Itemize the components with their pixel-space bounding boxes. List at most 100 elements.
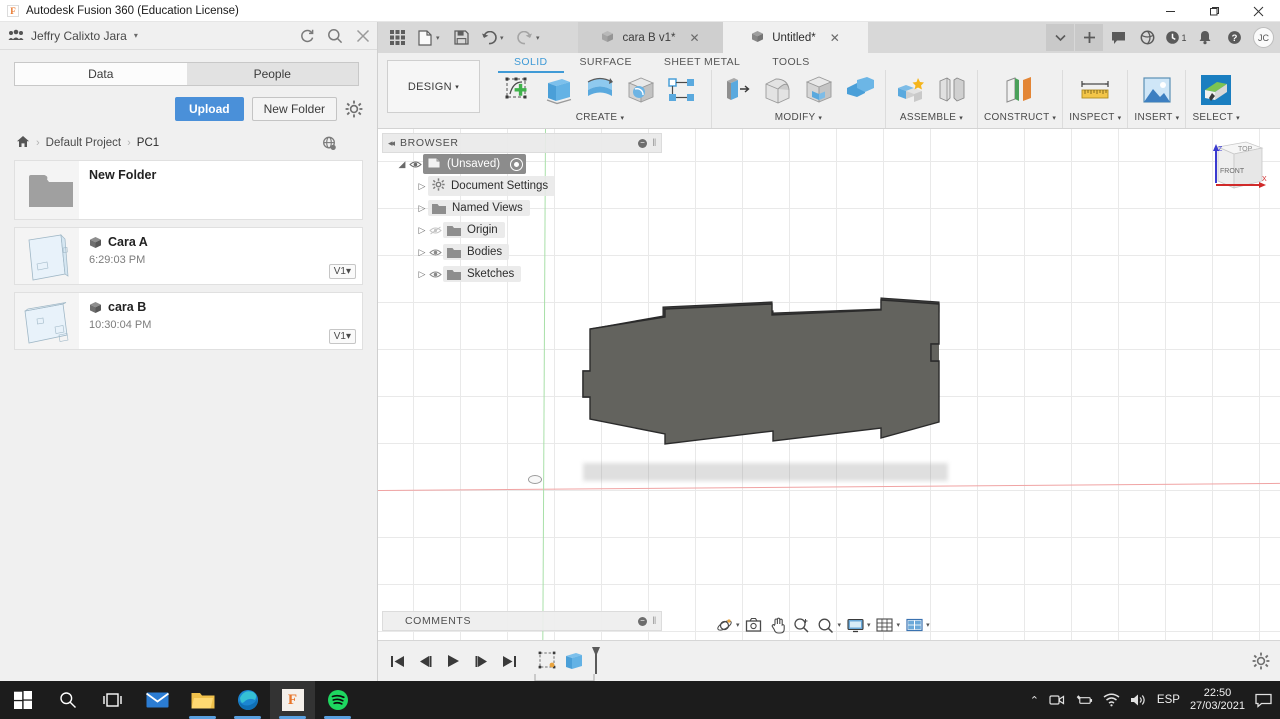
press-pull-icon[interactable]	[718, 71, 756, 109]
ribbon-group-label[interactable]: CONSTRUCT ▾	[984, 112, 1056, 123]
visibility-eye-icon[interactable]	[428, 270, 443, 279]
twisty-icon[interactable]: ▷	[416, 247, 428, 258]
fillet-icon[interactable]	[759, 71, 797, 109]
close-icon[interactable]	[355, 28, 371, 44]
insert-image-icon[interactable]	[1137, 71, 1177, 109]
zoom-icon[interactable]	[792, 615, 812, 635]
tree-item-named-views[interactable]: Named Views	[428, 200, 530, 216]
extrude-icon[interactable]	[540, 71, 578, 109]
chevron-down-icon[interactable]: ▾	[926, 621, 930, 629]
avatar[interactable]: JC	[1253, 27, 1274, 48]
3d-canvas[interactable]: ◂◂ BROWSER − ‖ ◢ (Unsaved) ▷ Document Se…	[378, 129, 1280, 659]
spotify-icon[interactable]	[315, 681, 360, 719]
offset-plane-icon[interactable]	[1000, 71, 1040, 109]
tree-row-document-settings[interactable]: ▷ Document Settings	[382, 175, 662, 197]
orbit-icon[interactable]	[714, 615, 734, 635]
combine-icon[interactable]	[841, 71, 879, 109]
version-selector[interactable]: V1▾	[328, 329, 356, 344]
step-forward-icon[interactable]	[472, 652, 490, 670]
new-component-icon[interactable]	[892, 71, 930, 109]
grid-apps-icon[interactable]	[384, 25, 410, 51]
minimize-icon[interactable]: −	[638, 616, 648, 626]
step-back-icon[interactable]	[416, 652, 434, 670]
collapse-panel-icon[interactable]: ◂◂	[388, 138, 395, 149]
tree-item-bodies[interactable]: Bodies	[443, 244, 510, 260]
fit-icon[interactable]	[816, 615, 836, 635]
close-icon[interactable]: ✕	[690, 31, 700, 45]
chevron-down-icon[interactable]: ▾	[536, 34, 546, 42]
look-at-tool[interactable]	[744, 615, 764, 635]
file-explorer-icon[interactable]	[180, 681, 225, 719]
maximize-button[interactable]	[1192, 0, 1236, 22]
grid-snaps-tool[interactable]: ▾	[875, 615, 900, 635]
windows-start-icon[interactable]	[0, 681, 45, 719]
tree-row-named-views[interactable]: ▷ Named Views	[382, 197, 662, 219]
help-globe-icon[interactable]	[1133, 24, 1161, 51]
viewports-tool[interactable]: ▾	[904, 615, 930, 635]
close-button[interactable]	[1236, 0, 1280, 22]
ribbon-group-label[interactable]: CREATE ▾	[499, 112, 701, 123]
tree-item-document-settings[interactable]: Document Settings	[428, 176, 556, 196]
list-item-design-cara-a[interactable]: Cara A 6:29:03 PM V1▾	[14, 227, 363, 285]
tree-item-origin[interactable]: Origin	[443, 222, 505, 238]
minimize-icon[interactable]: −	[638, 138, 648, 148]
active-component-radio[interactable]	[510, 157, 524, 171]
ribbon-group-label[interactable]: MODIFY ▾	[718, 112, 879, 123]
grid-snaps-icon[interactable]	[875, 615, 895, 635]
clock[interactable]: 22:50 27/03/2021	[1190, 687, 1245, 713]
chevron-down-icon[interactable]	[1046, 24, 1074, 51]
viewports-icon[interactable]	[904, 615, 924, 635]
search-icon[interactable]	[45, 681, 90, 719]
twisty-icon[interactable]: ▷	[416, 269, 428, 280]
sphere-icon[interactable]	[622, 71, 660, 109]
chevron-down-icon[interactable]: ▾	[867, 621, 871, 629]
minimize-button[interactable]	[1148, 0, 1192, 22]
measure-icon[interactable]	[1075, 71, 1115, 109]
zoom-tool[interactable]	[792, 615, 812, 635]
twisty-icon[interactable]: ◢	[396, 159, 408, 170]
go-to-beginning-icon[interactable]	[388, 652, 406, 670]
fusion360-icon[interactable]: F	[270, 681, 315, 719]
tray-expand-chevron-icon[interactable]: ⌃	[1030, 694, 1039, 707]
microsoft-edge-icon[interactable]	[225, 681, 270, 719]
workspace-switcher[interactable]: DESIGN ▾	[387, 60, 480, 113]
view-cube[interactable]: TOP FRONT Z X	[1200, 133, 1274, 201]
sketch-feature-icon[interactable]	[536, 649, 560, 673]
plus-icon[interactable]	[1075, 24, 1103, 51]
display-settings-icon[interactable]	[845, 615, 865, 635]
tree-item-sketches[interactable]: Sketches	[443, 266, 522, 282]
ribbon-group-label[interactable]: SELECT ▾	[1192, 112, 1239, 123]
twisty-icon[interactable]: ▷	[416, 203, 428, 214]
twisty-icon[interactable]: ▷	[416, 181, 428, 192]
play-icon[interactable]	[444, 652, 462, 670]
webcam-icon[interactable]	[1049, 692, 1066, 709]
notifications-bell-icon[interactable]	[1191, 24, 1219, 51]
tree-row-origin[interactable]: ▷ Origin	[382, 219, 662, 241]
chevron-down-icon[interactable]: ▾	[500, 34, 510, 42]
chevron-down-icon[interactable]: ▾	[134, 31, 138, 40]
select-icon[interactable]	[1196, 71, 1236, 109]
gear-icon[interactable]	[345, 100, 363, 118]
comment-icon[interactable]	[1104, 24, 1132, 51]
notification-center-icon[interactable]	[1255, 692, 1272, 709]
look-at-icon[interactable]	[744, 615, 764, 635]
language-indicator[interactable]: ESP	[1157, 694, 1180, 706]
visibility-eye-icon[interactable]	[428, 248, 443, 257]
search-icon[interactable]	[327, 28, 343, 44]
breadcrumb-item-project[interactable]: Default Project	[46, 137, 121, 149]
document-tab-cara-b[interactable]: cara B v1* ✕	[578, 22, 723, 53]
resize-grip-icon[interactable]: ‖	[652, 616, 657, 627]
document-tab-untitled[interactable]: Untitled* ✕	[723, 22, 868, 53]
create-sketch-icon[interactable]	[499, 71, 537, 109]
timeline-marker[interactable]	[588, 647, 604, 675]
tree-row-sketches[interactable]: ▷ Sketches	[382, 263, 662, 285]
close-icon[interactable]: ✕	[830, 31, 840, 45]
tab-data[interactable]: Data	[14, 62, 187, 86]
pattern-icon[interactable]	[663, 71, 701, 109]
orbit-tool[interactable]: ▾	[714, 615, 740, 635]
undo-icon[interactable]	[476, 25, 502, 51]
new-folder-button[interactable]: New Folder	[251, 97, 337, 121]
twisty-icon[interactable]: ▷	[416, 225, 428, 236]
upload-button[interactable]: Upload	[174, 97, 244, 121]
version-selector[interactable]: V1▾	[328, 264, 356, 279]
